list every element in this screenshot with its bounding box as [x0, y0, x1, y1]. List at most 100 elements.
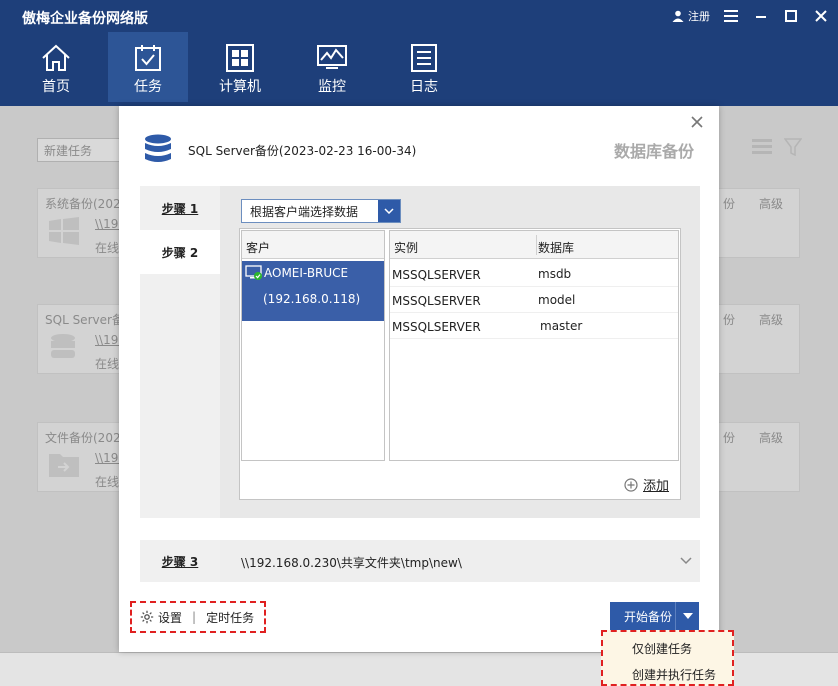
bg-backup-menu: 份 — [723, 313, 736, 327]
nav-home[interactable]: 首页 — [16, 32, 96, 102]
computer-online-icon — [245, 265, 262, 280]
minimize-icon — [756, 16, 766, 18]
client-ip: (192.168.0.118) — [263, 292, 361, 306]
step-3-label: 步骤 3 — [161, 554, 199, 569]
nav-computers-label: 计算机 — [219, 79, 261, 95]
bg-task-card: 系统备份(202 \\192 在线 — [37, 188, 127, 258]
step-2-label: 步骤 2 — [161, 245, 199, 260]
client-column-header: 客户 — [242, 231, 384, 259]
source-select[interactable]: 根据客户端选择数据 — [241, 199, 401, 223]
step-3-tab[interactable]: 步骤 3 — [140, 540, 220, 582]
backup-dialog: SQL Server备份(2023-02-23 16-00-34) 数据库备份 … — [119, 106, 719, 652]
bg-card-title: 文件备份(202 — [45, 431, 121, 445]
chevron-down-icon — [384, 208, 394, 214]
instance-cell: MSSQLSERVER — [392, 320, 481, 334]
bg-backup-menu: 份 — [723, 431, 736, 445]
steps-area: 步骤 1 步骤 2 根据客户端选择数据 客户 AOMEI-BRUCE (192.… — [140, 186, 700, 518]
step-2-tab[interactable]: 步骤 2 — [140, 230, 220, 274]
nav-monitor[interactable]: 监控 — [292, 32, 372, 102]
login-label: 注册 — [688, 10, 710, 23]
close-window-button[interactable] — [812, 7, 830, 25]
add-button[interactable]: 添加 — [624, 475, 669, 494]
create-and-run-item[interactable]: 创建并执行任务 — [632, 666, 716, 683]
menu-button[interactable] — [722, 7, 740, 25]
nav-logs[interactable]: 日志 — [384, 32, 464, 102]
nav-home-label: 首页 — [42, 79, 70, 95]
filter-icon — [784, 138, 802, 156]
source-select-value: 根据客户端选择数据 — [250, 204, 359, 219]
database-cell: master — [540, 319, 583, 333]
start-backup-button[interactable]: 开始备份 — [610, 602, 699, 630]
bg-task-card: 文件备份(202 \\192 在线 — [37, 422, 127, 492]
calendar-check-icon — [135, 45, 161, 71]
gear-icon[interactable] — [140, 610, 154, 624]
app-title: 傲梅企业备份网络版 — [22, 11, 148, 27]
bg-card-status: 在线 — [95, 475, 120, 489]
database-column-header: 数据库 — [538, 241, 575, 255]
instance-list-header: 实例 数据库 — [390, 231, 678, 259]
bg-backup-menu: 份 — [723, 197, 736, 211]
nav-tasks-label: 任务 — [134, 79, 162, 95]
client-name: AOMEI-BRUCE — [264, 266, 349, 280]
step-3-row: 步骤 3 \\192.168.0.230\共享文件夹\tmp\new\ — [140, 540, 700, 582]
settings-link[interactable]: 设置 — [158, 609, 182, 626]
menu-icon — [724, 10, 738, 22]
database-icon — [145, 134, 171, 162]
step-1-tab[interactable]: 步骤 1 — [140, 186, 220, 230]
dialog-close-button[interactable] — [687, 112, 707, 132]
start-backup-menu: 仅创建任务 创建并执行任务 — [601, 630, 734, 686]
schedule-link[interactable]: 定时任务 — [206, 609, 254, 626]
instance-cell: MSSQLSERVER — [392, 268, 481, 282]
bg-advanced-menu: 高级 — [759, 313, 784, 327]
main-nav: 首页 任务 计算机 监控 日志 — [0, 32, 476, 102]
list-view-icon — [752, 139, 772, 154]
plus-circle-icon — [624, 477, 638, 492]
divider: | — [192, 610, 197, 624]
folder-icon — [49, 454, 79, 477]
create-task-only-item[interactable]: 仅创建任务 — [632, 640, 692, 657]
user-icon — [672, 10, 684, 22]
login-button[interactable]: 注册 — [672, 8, 710, 24]
bg-advanced-menu: 高级 — [759, 197, 784, 211]
add-label: 添加 — [643, 479, 670, 494]
column-divider — [536, 235, 537, 255]
destination-path[interactable]: \\192.168.0.230\共享文件夹\tmp\new\ — [241, 554, 462, 571]
nav-monitor-label: 监控 — [318, 79, 346, 95]
backup-type-label: 数据库备份 — [614, 142, 695, 161]
chevron-down-icon[interactable] — [679, 553, 693, 567]
maximize-button[interactable] — [782, 7, 800, 25]
nav-computers[interactable]: 计算机 — [200, 32, 280, 102]
bg-card-status: 在线 — [95, 357, 120, 371]
caret-down-icon — [682, 613, 693, 619]
client-row[interactable]: AOMEI-BRUCE (192.168.0.118) — [242, 261, 384, 321]
instance-list: 实例 数据库 MSSQLSERVER msdb MSSQLSERVER mode… — [389, 230, 679, 461]
instance-cell: MSSQLSERVER — [392, 294, 481, 308]
start-backup-dropdown[interactable] — [675, 602, 699, 630]
bg-advanced-menu: 高级 — [759, 431, 784, 445]
minimize-button[interactable] — [752, 7, 770, 25]
close-icon — [691, 116, 703, 128]
database-cell: model — [538, 293, 576, 307]
windows-icon — [226, 44, 254, 72]
database-selection-table: 客户 AOMEI-BRUCE (192.168.0.118) 实例 数据库 MS — [239, 228, 681, 500]
settings-area: 设置 | 定时任务 — [130, 601, 266, 633]
log-list-icon — [411, 44, 437, 72]
table-row[interactable]: MSSQLSERVER msdb — [390, 261, 678, 287]
step-2-panel: 根据客户端选择数据 客户 AOMEI-BRUCE (192.168.0.118) — [220, 186, 700, 518]
nav-logs-label: 日志 — [410, 79, 438, 95]
instance-column-header: 实例 — [394, 241, 419, 255]
select-dropdown-button[interactable] — [378, 200, 400, 222]
task-name-label: SQL Server备份(2023-02-23 16-00-34) — [188, 144, 417, 158]
bg-card-title: SQL Server备 — [45, 313, 124, 327]
close-icon — [815, 10, 827, 22]
monitor-chart-icon — [317, 45, 347, 69]
nav-tasks[interactable]: 任务 — [108, 32, 188, 102]
table-row[interactable]: MSSQLSERVER master — [390, 313, 678, 339]
client-column: 客户 AOMEI-BRUCE (192.168.0.118) — [241, 230, 385, 461]
table-row[interactable]: MSSQLSERVER model — [390, 287, 678, 313]
windows-icon — [49, 217, 79, 245]
home-icon — [42, 44, 70, 71]
database-icon — [51, 334, 75, 358]
title-bar: 傲梅企业备份网络版 注册 首页 任务 计算机 监控 日志 — [0, 0, 838, 106]
bg-task-card: SQL Server备 \\192 在线 — [37, 304, 127, 374]
